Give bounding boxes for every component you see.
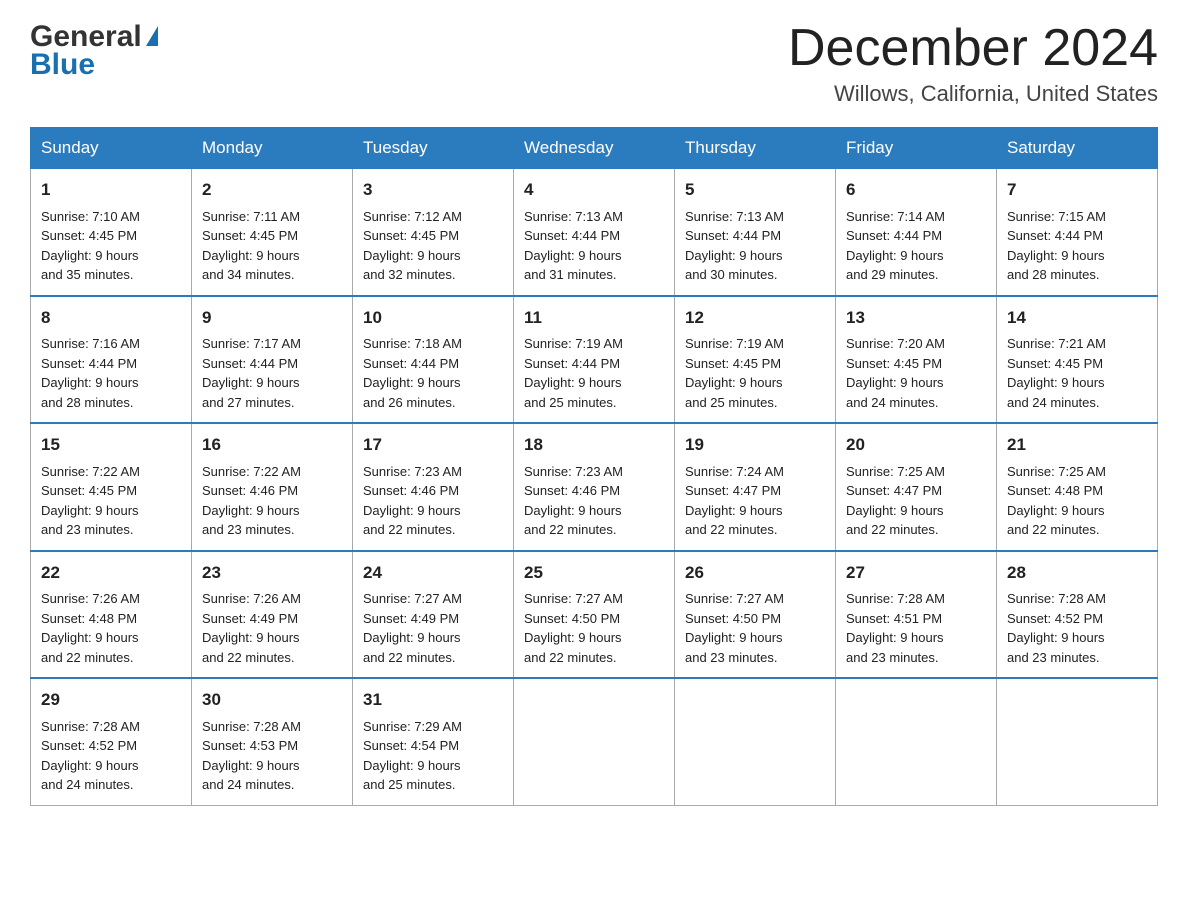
calendar-cell: 9Sunrise: 7:17 AMSunset: 4:44 PMDaylight… <box>192 296 353 424</box>
day-number: 3 <box>363 177 503 203</box>
day-number: 20 <box>846 432 986 458</box>
title-area: December 2024 Willows, California, Unite… <box>788 20 1158 107</box>
calendar-cell: 12Sunrise: 7:19 AMSunset: 4:45 PMDayligh… <box>675 296 836 424</box>
week-row-1: 1Sunrise: 7:10 AMSunset: 4:45 PMDaylight… <box>31 169 1158 296</box>
week-row-5: 29Sunrise: 7:28 AMSunset: 4:52 PMDayligh… <box>31 678 1158 805</box>
day-number: 21 <box>1007 432 1147 458</box>
week-row-2: 8Sunrise: 7:16 AMSunset: 4:44 PMDaylight… <box>31 296 1158 424</box>
week-row-4: 22Sunrise: 7:26 AMSunset: 4:48 PMDayligh… <box>31 551 1158 679</box>
day-header-friday: Friday <box>836 128 997 169</box>
day-number: 24 <box>363 560 503 586</box>
calendar-cell <box>836 678 997 805</box>
calendar-cell: 2Sunrise: 7:11 AMSunset: 4:45 PMDaylight… <box>192 169 353 296</box>
calendar-cell: 6Sunrise: 7:14 AMSunset: 4:44 PMDaylight… <box>836 169 997 296</box>
calendar-cell: 10Sunrise: 7:18 AMSunset: 4:44 PMDayligh… <box>353 296 514 424</box>
day-number: 2 <box>202 177 342 203</box>
calendar-cell: 15Sunrise: 7:22 AMSunset: 4:45 PMDayligh… <box>31 423 192 551</box>
day-number: 18 <box>524 432 664 458</box>
day-number: 8 <box>41 305 181 331</box>
calendar-cell: 27Sunrise: 7:28 AMSunset: 4:51 PMDayligh… <box>836 551 997 679</box>
calendar-cell: 3Sunrise: 7:12 AMSunset: 4:45 PMDaylight… <box>353 169 514 296</box>
calendar-cell: 4Sunrise: 7:13 AMSunset: 4:44 PMDaylight… <box>514 169 675 296</box>
day-number: 6 <box>846 177 986 203</box>
day-header-monday: Monday <box>192 128 353 169</box>
day-number: 5 <box>685 177 825 203</box>
calendar-cell: 11Sunrise: 7:19 AMSunset: 4:44 PMDayligh… <box>514 296 675 424</box>
calendar-cell: 23Sunrise: 7:26 AMSunset: 4:49 PMDayligh… <box>192 551 353 679</box>
day-number: 28 <box>1007 560 1147 586</box>
logo-triangle-icon <box>146 26 158 46</box>
calendar-cell: 22Sunrise: 7:26 AMSunset: 4:48 PMDayligh… <box>31 551 192 679</box>
day-number: 15 <box>41 432 181 458</box>
calendar-cell: 30Sunrise: 7:28 AMSunset: 4:53 PMDayligh… <box>192 678 353 805</box>
day-header-thursday: Thursday <box>675 128 836 169</box>
day-number: 23 <box>202 560 342 586</box>
day-number: 9 <box>202 305 342 331</box>
day-number: 19 <box>685 432 825 458</box>
calendar-cell: 24Sunrise: 7:27 AMSunset: 4:49 PMDayligh… <box>353 551 514 679</box>
day-number: 22 <box>41 560 181 586</box>
calendar-cell: 18Sunrise: 7:23 AMSunset: 4:46 PMDayligh… <box>514 423 675 551</box>
calendar-cell: 25Sunrise: 7:27 AMSunset: 4:50 PMDayligh… <box>514 551 675 679</box>
page-header: General Blue December 2024 Willows, Cali… <box>30 20 1158 107</box>
day-number: 10 <box>363 305 503 331</box>
calendar-cell: 29Sunrise: 7:28 AMSunset: 4:52 PMDayligh… <box>31 678 192 805</box>
day-number: 12 <box>685 305 825 331</box>
day-header-wednesday: Wednesday <box>514 128 675 169</box>
day-number: 27 <box>846 560 986 586</box>
day-header-sunday: Sunday <box>31 128 192 169</box>
calendar-cell: 17Sunrise: 7:23 AMSunset: 4:46 PMDayligh… <box>353 423 514 551</box>
logo-blue-text: Blue <box>30 48 95 82</box>
calendar-cell: 20Sunrise: 7:25 AMSunset: 4:47 PMDayligh… <box>836 423 997 551</box>
day-number: 29 <box>41 687 181 713</box>
calendar-cell: 8Sunrise: 7:16 AMSunset: 4:44 PMDaylight… <box>31 296 192 424</box>
day-number: 14 <box>1007 305 1147 331</box>
logo: General Blue <box>30 20 158 82</box>
calendar-cell: 19Sunrise: 7:24 AMSunset: 4:47 PMDayligh… <box>675 423 836 551</box>
calendar-cell: 7Sunrise: 7:15 AMSunset: 4:44 PMDaylight… <box>997 169 1158 296</box>
calendar-cell <box>997 678 1158 805</box>
calendar-table: SundayMondayTuesdayWednesdayThursdayFrid… <box>30 127 1158 806</box>
calendar-cell: 28Sunrise: 7:28 AMSunset: 4:52 PMDayligh… <box>997 551 1158 679</box>
location: Willows, California, United States <box>788 81 1158 107</box>
calendar-cell: 21Sunrise: 7:25 AMSunset: 4:48 PMDayligh… <box>997 423 1158 551</box>
day-header-tuesday: Tuesday <box>353 128 514 169</box>
calendar-cell: 14Sunrise: 7:21 AMSunset: 4:45 PMDayligh… <box>997 296 1158 424</box>
day-header-saturday: Saturday <box>997 128 1158 169</box>
month-title: December 2024 <box>788 20 1158 77</box>
day-number: 1 <box>41 177 181 203</box>
calendar-cell <box>514 678 675 805</box>
day-number: 7 <box>1007 177 1147 203</box>
days-header-row: SundayMondayTuesdayWednesdayThursdayFrid… <box>31 128 1158 169</box>
calendar-cell: 26Sunrise: 7:27 AMSunset: 4:50 PMDayligh… <box>675 551 836 679</box>
day-number: 25 <box>524 560 664 586</box>
calendar-cell: 16Sunrise: 7:22 AMSunset: 4:46 PMDayligh… <box>192 423 353 551</box>
day-number: 17 <box>363 432 503 458</box>
day-number: 26 <box>685 560 825 586</box>
day-number: 11 <box>524 305 664 331</box>
week-row-3: 15Sunrise: 7:22 AMSunset: 4:45 PMDayligh… <box>31 423 1158 551</box>
day-number: 13 <box>846 305 986 331</box>
calendar-cell: 31Sunrise: 7:29 AMSunset: 4:54 PMDayligh… <box>353 678 514 805</box>
calendar-cell <box>675 678 836 805</box>
day-number: 16 <box>202 432 342 458</box>
calendar-cell: 1Sunrise: 7:10 AMSunset: 4:45 PMDaylight… <box>31 169 192 296</box>
day-number: 31 <box>363 687 503 713</box>
day-number: 30 <box>202 687 342 713</box>
calendar-cell: 13Sunrise: 7:20 AMSunset: 4:45 PMDayligh… <box>836 296 997 424</box>
calendar-cell: 5Sunrise: 7:13 AMSunset: 4:44 PMDaylight… <box>675 169 836 296</box>
day-number: 4 <box>524 177 664 203</box>
